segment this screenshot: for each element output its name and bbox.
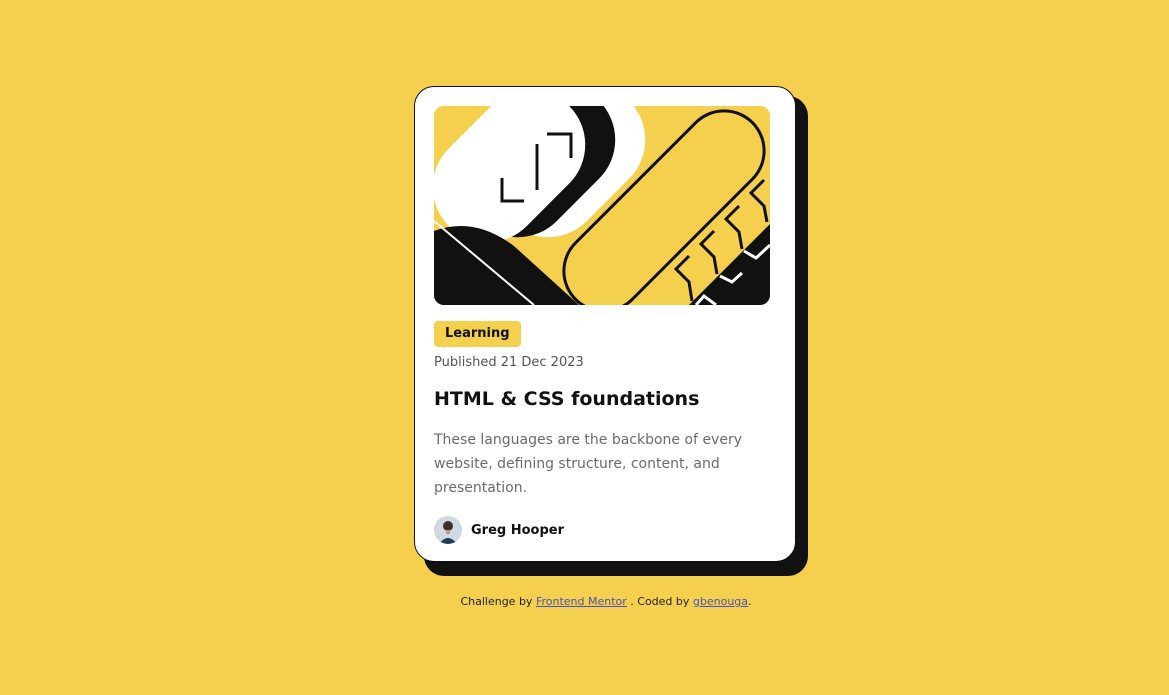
card-description: These languages are the backbone of ever… [434, 432, 742, 496]
author-name: Greg Hooper [471, 522, 565, 538]
blog-preview-card: Learning Published 21 Dec 2023 HTML & CS… [414, 86, 796, 562]
avatar [434, 516, 462, 544]
attribution-coded-text: . Coded by [630, 595, 690, 608]
page-stage: Learning Published 21 Dec 2023 HTML & CS… [0, 0, 1169, 695]
card-title[interactable]: HTML & CSS foundations [434, 388, 699, 410]
illustration-image [434, 106, 770, 305]
avatar-icon [434, 516, 462, 544]
attribution: Challenge by Frontend Mentor . Coded by … [0, 595, 1169, 608]
frontend-mentor-link[interactable]: Frontend Mentor [536, 595, 627, 608]
abstract-illustration-icon [434, 106, 770, 305]
author: Greg Hooper [434, 516, 564, 544]
attribution-challenge-text: Challenge by [460, 595, 533, 608]
category-tag: Learning [434, 321, 521, 347]
author-profile-link[interactable]: gbenouga [693, 595, 748, 608]
published-date: Published 21 Dec 2023 [434, 355, 584, 370]
attribution-suffix: . [748, 595, 752, 608]
